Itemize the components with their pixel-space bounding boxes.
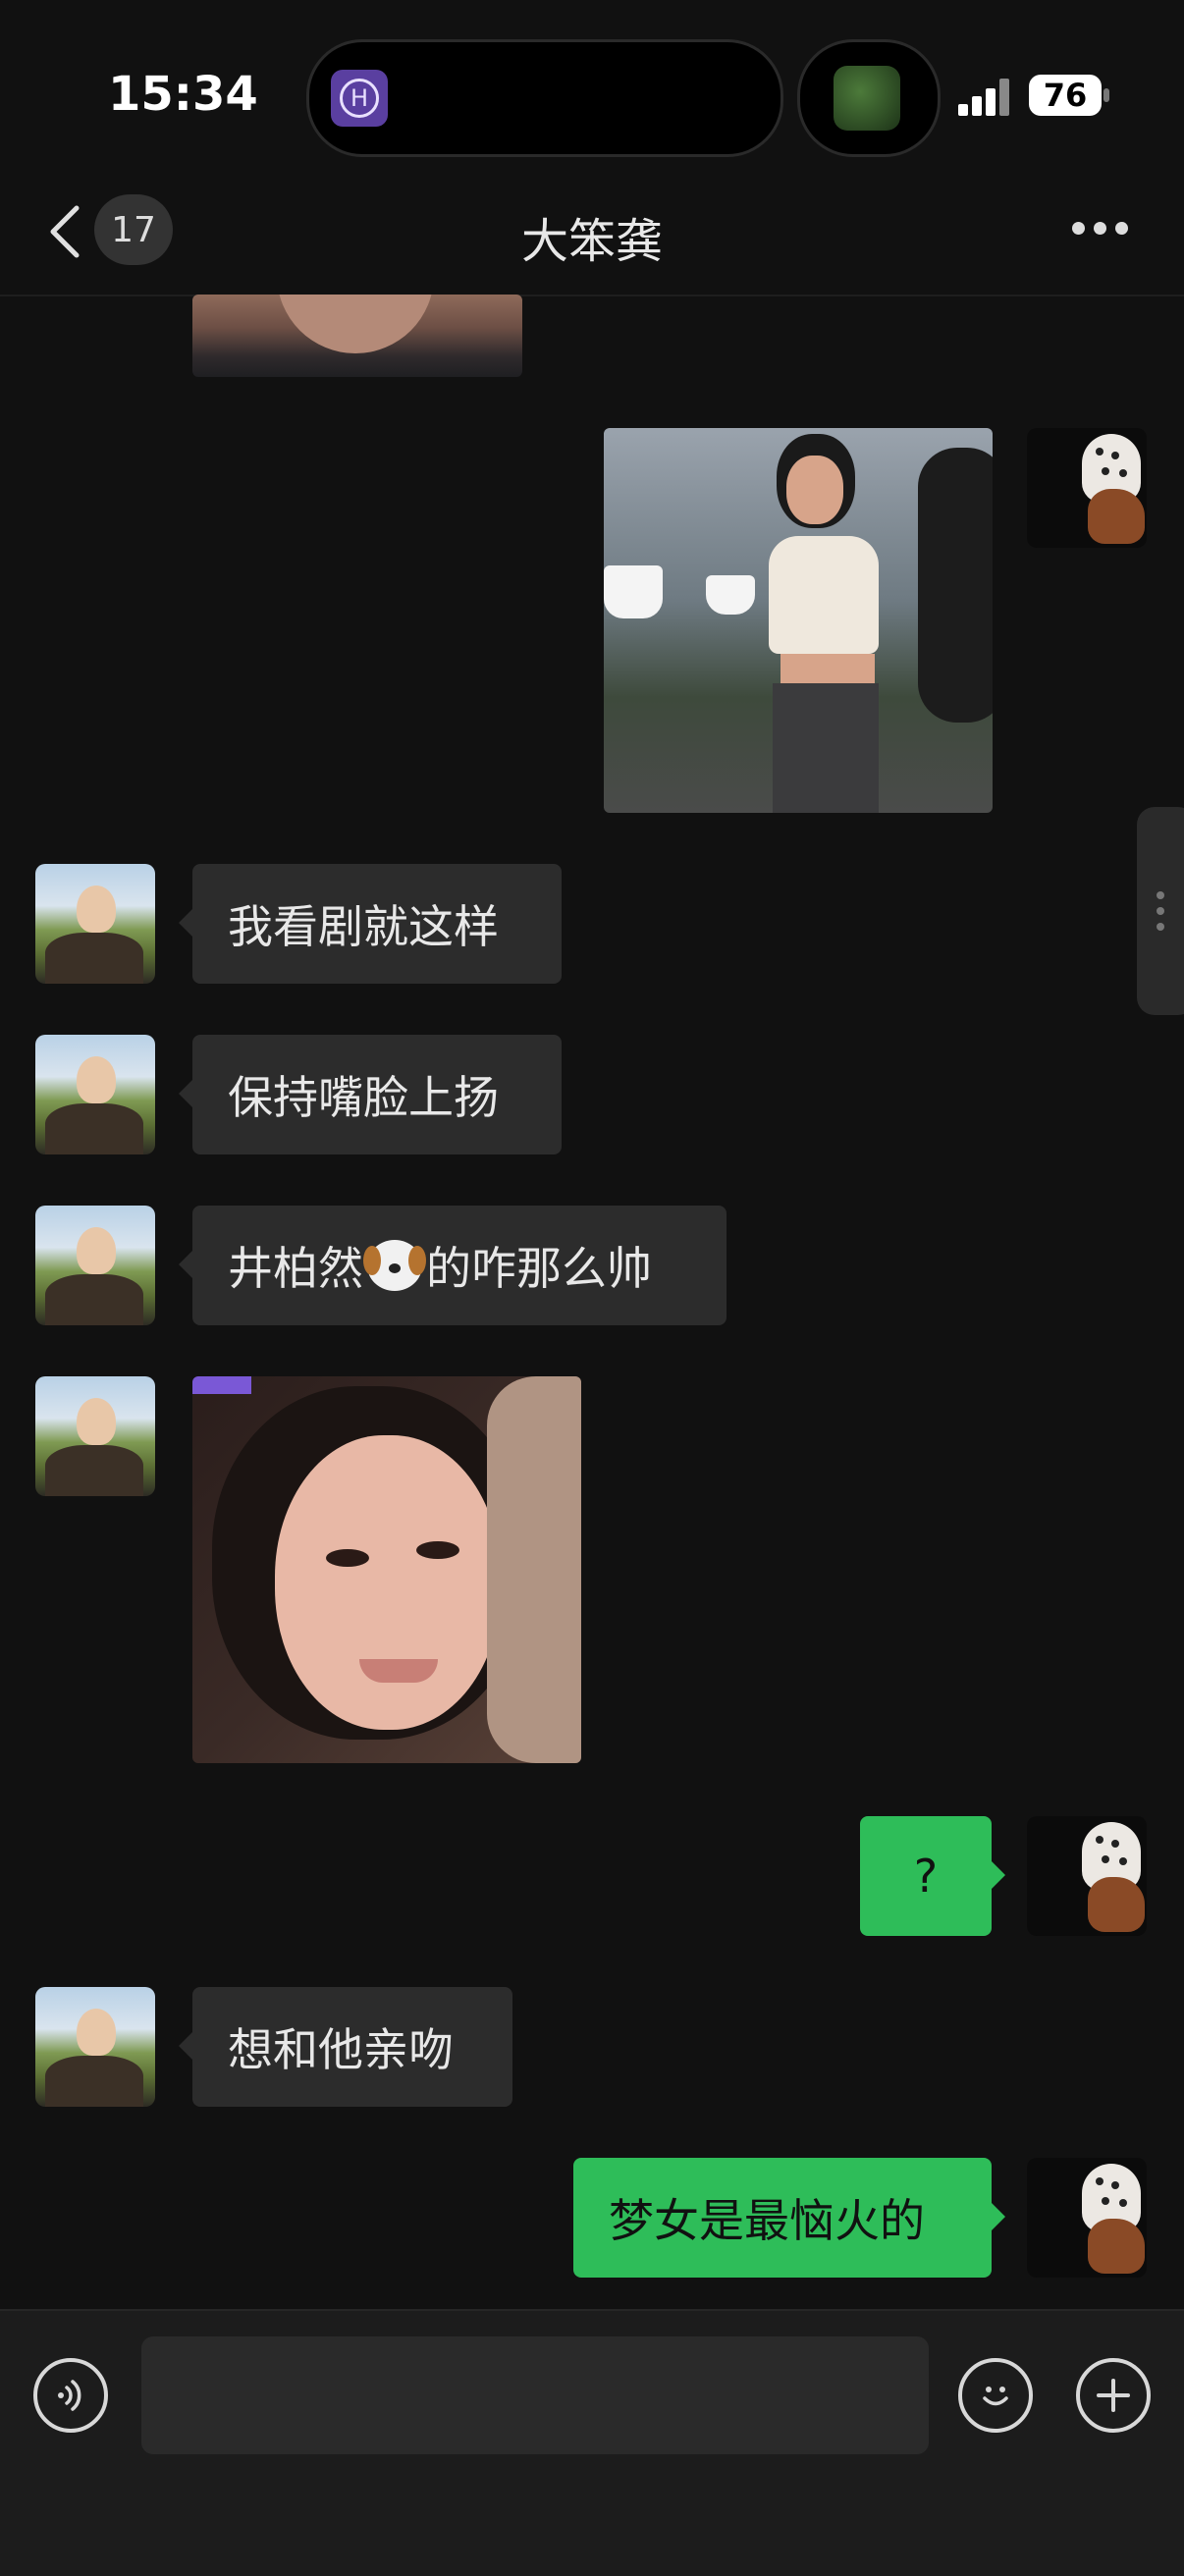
photo-person [751,428,898,813]
received-image-partial[interactable] [192,295,522,377]
status-time: 15:34 [108,67,258,122]
chin-shape [277,295,434,353]
received-text-bubble[interactable]: 想和他亲吻 [179,1987,512,2107]
photo-cup-2 [706,575,755,615]
signal-icon [958,79,1013,116]
my-avatar[interactable] [1027,2158,1147,2278]
sent-text-bubble[interactable]: ? [860,1816,1005,1936]
contact-avatar[interactable] [35,1376,155,1496]
message-text-part: 的咋那么帅 [426,1242,652,1295]
received-text-bubble[interactable]: 我看剧就这样 [179,864,562,984]
chat-title: 大笨龚 [520,214,663,269]
plus-icon [1097,2379,1130,2412]
island-media-pill[interactable] [797,39,941,157]
contact-avatar[interactable] [35,1035,155,1154]
floating-side-handle[interactable] [1137,807,1184,1015]
my-avatar[interactable] [1027,428,1147,548]
photo-eye [326,1549,369,1567]
photo-sticker [192,1376,251,1394]
photo-mouth [359,1659,438,1683]
photo-eye [416,1541,459,1559]
photo-shoulder [487,1376,581,1763]
contact-avatar[interactable] [35,1206,155,1325]
smile-face-icon [983,2387,1008,2406]
photo-face [275,1435,501,1730]
received-text-bubble[interactable]: 保持嘴脸上扬 [179,1035,562,1154]
photo-cup [604,565,663,618]
my-avatar[interactable] [1027,1816,1147,1936]
media-thumbnail [834,66,900,131]
input-bar [0,2309,1184,2576]
message-text-part: 井柏然 [228,1242,363,1295]
dog-face-emoji-icon [363,1240,422,1291]
voice-wave-icon [58,2380,81,2411]
received-text-bubble[interactable]: 井柏然 的咋那么帅 [179,1206,727,1325]
island-app-letter: H [340,79,379,118]
voice-input-icon[interactable] [33,2358,108,2433]
dynamic-island[interactable]: H [306,39,783,157]
emoji-icon[interactable] [958,2358,1033,2433]
message-input[interactable] [141,2336,929,2454]
status-bar: 15:34 H 76 [0,0,1184,177]
add-attachment-icon[interactable] [1076,2358,1151,2433]
sent-image[interactable] [604,428,993,813]
sent-text-bubble[interactable]: 梦女是最恼火的 [573,2158,1005,2278]
battery-tip [1103,88,1109,102]
contact-avatar[interactable] [35,864,155,984]
photo-dark-shoulder [918,448,993,723]
island-app-icon: H [331,70,388,127]
battery-icon: 76 [1029,75,1102,116]
more-options-icon[interactable] [1072,222,1129,236]
received-image[interactable] [192,1376,581,1763]
contact-avatar[interactable] [35,1987,155,2107]
